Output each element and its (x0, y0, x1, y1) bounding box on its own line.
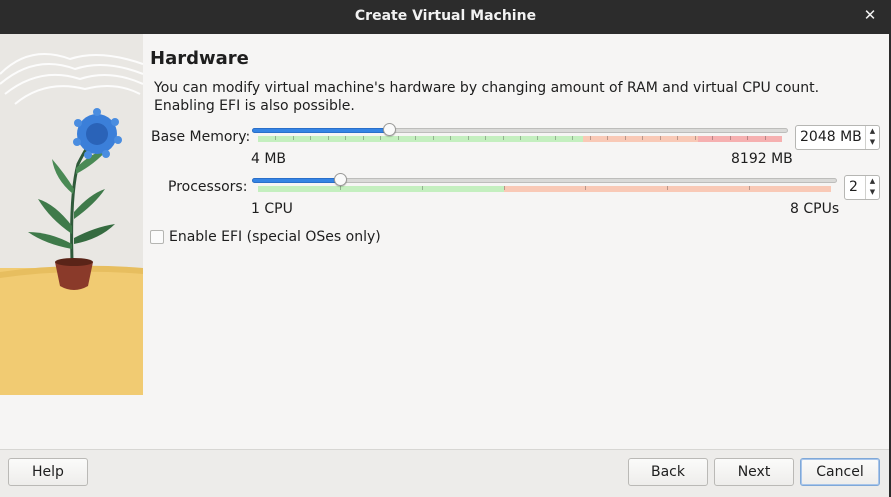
processors-min-label: 1 CPU (251, 201, 293, 217)
scale-tick (590, 136, 591, 140)
wizard-illustration (0, 34, 143, 395)
scale-tick (433, 136, 434, 140)
scale-tick (677, 136, 678, 140)
processors-label: Processors: (168, 179, 248, 195)
scale-tick (520, 136, 521, 140)
scale-tick (712, 136, 713, 140)
scale-tick (607, 136, 608, 140)
scale-zone (698, 136, 782, 142)
window-title: Create Virtual Machine (354, 8, 537, 24)
scale-tick (555, 136, 556, 140)
slider-fill (252, 178, 340, 183)
slider-fill (252, 128, 389, 133)
scale-tick (345, 136, 346, 140)
scale-tick (503, 136, 504, 140)
plant-illustration (0, 34, 143, 395)
page-title: Hardware (150, 48, 249, 69)
scale-tick (765, 136, 766, 140)
description-line: You can modify virtual machine's hardwar… (154, 80, 820, 96)
chevron-down-icon[interactable]: ▼ (866, 137, 879, 148)
scale-tick (625, 136, 626, 140)
scale-tick (504, 186, 505, 190)
back-button[interactable]: Back (628, 458, 708, 486)
scale-tick (695, 136, 696, 140)
scale-tick (660, 136, 661, 140)
chevron-down-icon[interactable]: ▼ (866, 187, 879, 198)
scale-tick (398, 136, 399, 140)
scale-tick (468, 136, 469, 140)
scale-tick (730, 136, 731, 140)
scale-zone (258, 186, 504, 192)
scale-tick (310, 136, 311, 140)
scale-tick (572, 136, 573, 140)
slider-handle[interactable] (334, 173, 347, 186)
base-memory-label: Base Memory: (151, 129, 251, 145)
scale-tick (380, 136, 381, 140)
spinbox-value[interactable]: 2 (849, 179, 858, 195)
scale-tick (450, 136, 451, 140)
scale-tick (747, 136, 748, 140)
chevron-up-icon[interactable]: ▲ (866, 126, 879, 137)
help-button[interactable]: Help (8, 458, 88, 486)
slider-handle[interactable] (383, 123, 396, 136)
scale-tick (667, 186, 668, 190)
memory-max-label: 8192 MB (731, 151, 793, 167)
scale-tick (585, 186, 586, 190)
processors-scale (258, 186, 831, 192)
title-bar: Create Virtual Machine ✕ (0, 0, 891, 34)
scale-tick (485, 136, 486, 140)
processors-max-label: 8 CPUs (790, 201, 840, 217)
spinbox-arrows: ▲ ▼ (865, 126, 879, 149)
scale-tick (749, 186, 750, 190)
base-memory-spinbox[interactable]: 2048 MB ▲ ▼ (795, 125, 880, 150)
scale-tick (537, 136, 538, 140)
spinbox-value[interactable]: 2048 MB (800, 129, 862, 145)
scale-tick (363, 136, 364, 140)
button-bar: Help Back Next Cancel (0, 449, 889, 497)
processors-spinbox[interactable]: 2 ▲ ▼ (844, 175, 880, 200)
scale-zone (583, 136, 698, 142)
scale-tick (422, 186, 423, 190)
scale-tick (415, 136, 416, 140)
efi-checkbox[interactable] (150, 230, 164, 244)
close-icon[interactable]: ✕ (861, 6, 879, 24)
scale-tick (642, 136, 643, 140)
base-memory-slider[interactable] (252, 123, 788, 150)
scale-tick (340, 186, 341, 190)
chevron-up-icon[interactable]: ▲ (866, 176, 879, 187)
memory-min-label: 4 MB (251, 151, 287, 167)
dialog-body: Hardware You can modify virtual machine'… (0, 34, 889, 497)
description-line: Enabling EFI is also possible. (154, 98, 355, 114)
scale-tick (293, 136, 294, 140)
next-button[interactable]: Next (714, 458, 794, 486)
cancel-button[interactable]: Cancel (800, 458, 880, 486)
scale-tick (328, 136, 329, 140)
scale-zone (258, 136, 583, 142)
processors-slider[interactable] (252, 173, 837, 200)
page-description: You can modify virtual machine's hardwar… (154, 79, 854, 115)
spinbox-arrows: ▲ ▼ (865, 176, 879, 199)
efi-checkbox-label[interactable]: Enable EFI (special OSes only) (169, 229, 381, 245)
scale-tick (275, 136, 276, 140)
